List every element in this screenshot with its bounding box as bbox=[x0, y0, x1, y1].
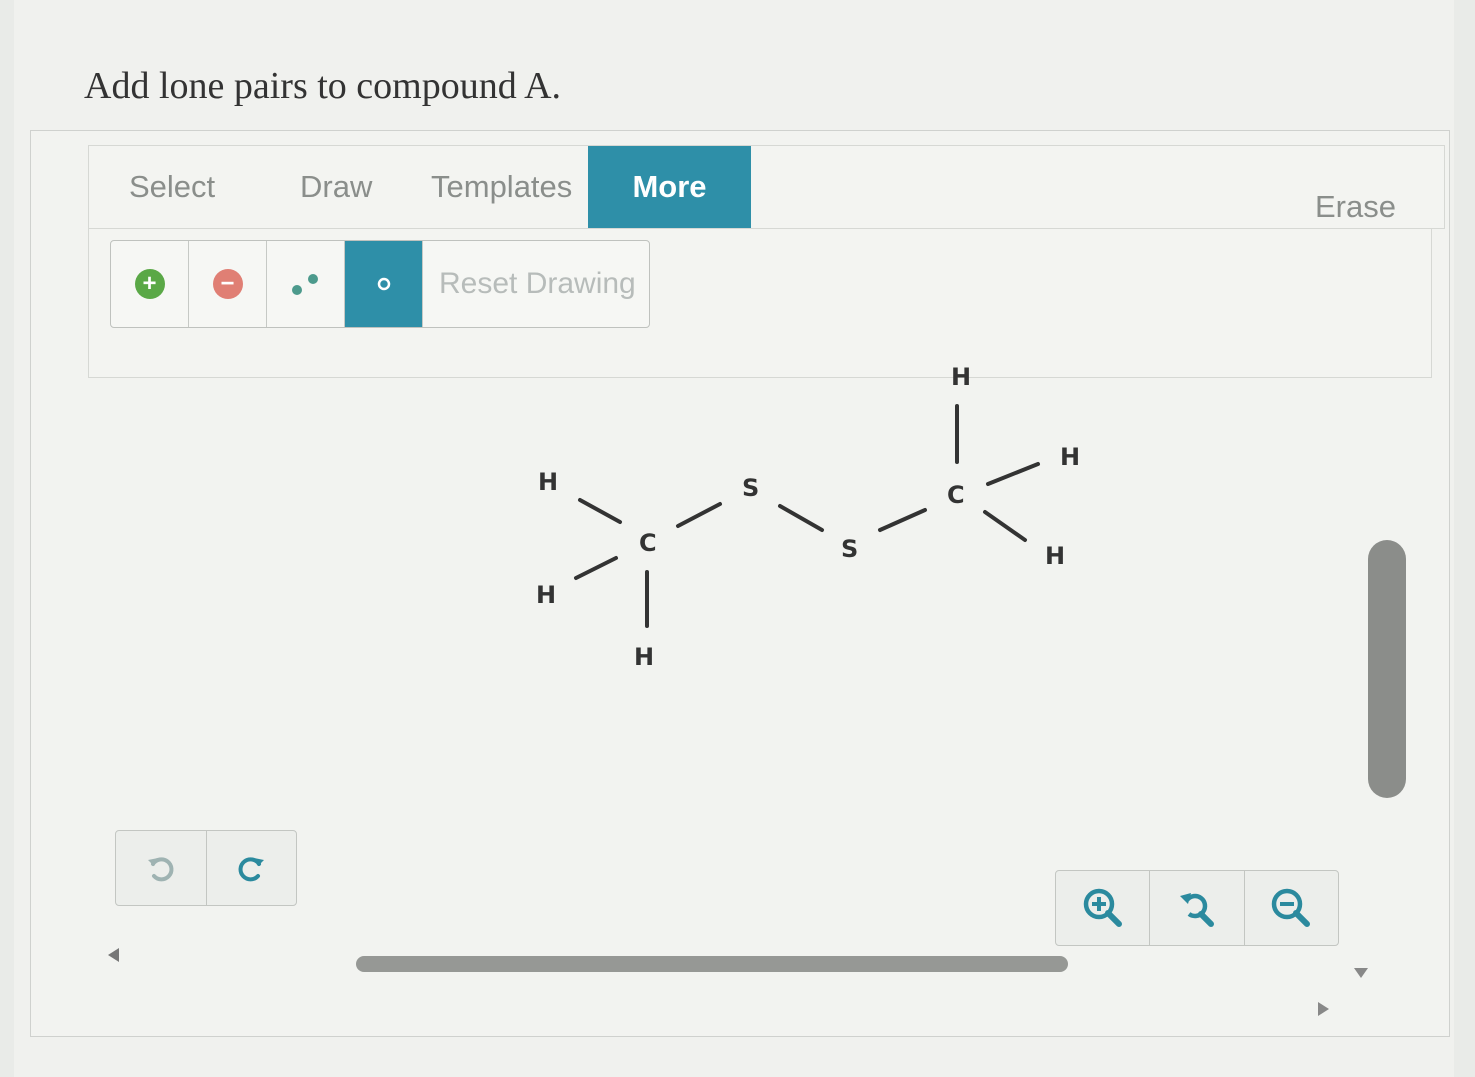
scroll-right-arrow-icon[interactable] bbox=[1318, 1002, 1329, 1016]
bond-c1-h1[interactable] bbox=[578, 498, 622, 524]
horizontal-scrollbar[interactable] bbox=[356, 956, 1068, 972]
atom-h5[interactable]: H bbox=[1060, 443, 1080, 471]
atom-h3[interactable]: H bbox=[634, 643, 654, 671]
zoom-out-button[interactable] bbox=[1243, 871, 1338, 945]
redo-button[interactable] bbox=[205, 831, 297, 905]
bond-s1-s2[interactable] bbox=[778, 504, 824, 532]
zoom-reset-button[interactable] bbox=[1149, 871, 1243, 945]
bond-s2-c2[interactable] bbox=[878, 508, 927, 532]
scroll-down-arrow-icon[interactable] bbox=[1354, 968, 1368, 978]
zoom-out-icon bbox=[1272, 888, 1311, 927]
undo-icon bbox=[147, 857, 174, 882]
atom-h1[interactable]: H bbox=[538, 468, 558, 496]
vertical-scrollbar[interactable] bbox=[1368, 540, 1406, 798]
zoom-controls bbox=[1055, 870, 1339, 946]
zoom-in-icon bbox=[1083, 888, 1122, 927]
bond-c1-s1[interactable] bbox=[676, 502, 722, 528]
zoom-reset-icon bbox=[1179, 893, 1214, 927]
atom-s2[interactable]: S bbox=[841, 535, 858, 563]
scroll-left-arrow-icon[interactable] bbox=[108, 948, 119, 962]
atom-h6[interactable]: H bbox=[1045, 542, 1065, 570]
undo-button[interactable] bbox=[116, 831, 206, 905]
zoom-in-button[interactable] bbox=[1056, 871, 1149, 945]
atom-c2[interactable]: C bbox=[947, 481, 965, 509]
bond-c1-h2[interactable] bbox=[574, 556, 618, 580]
redo-icon bbox=[238, 857, 265, 882]
bond-c2-h5[interactable] bbox=[986, 462, 1040, 486]
atom-c1[interactable]: C bbox=[639, 529, 657, 557]
atom-h2[interactable]: H bbox=[536, 581, 556, 609]
undo-redo-group bbox=[115, 830, 297, 906]
atoms: H H C H S S C H H H bbox=[536, 363, 1080, 671]
bonds bbox=[574, 404, 1040, 628]
atom-h4[interactable]: H bbox=[951, 363, 971, 391]
bond-c2-h6[interactable] bbox=[983, 510, 1027, 542]
atom-s1[interactable]: S bbox=[742, 474, 759, 502]
